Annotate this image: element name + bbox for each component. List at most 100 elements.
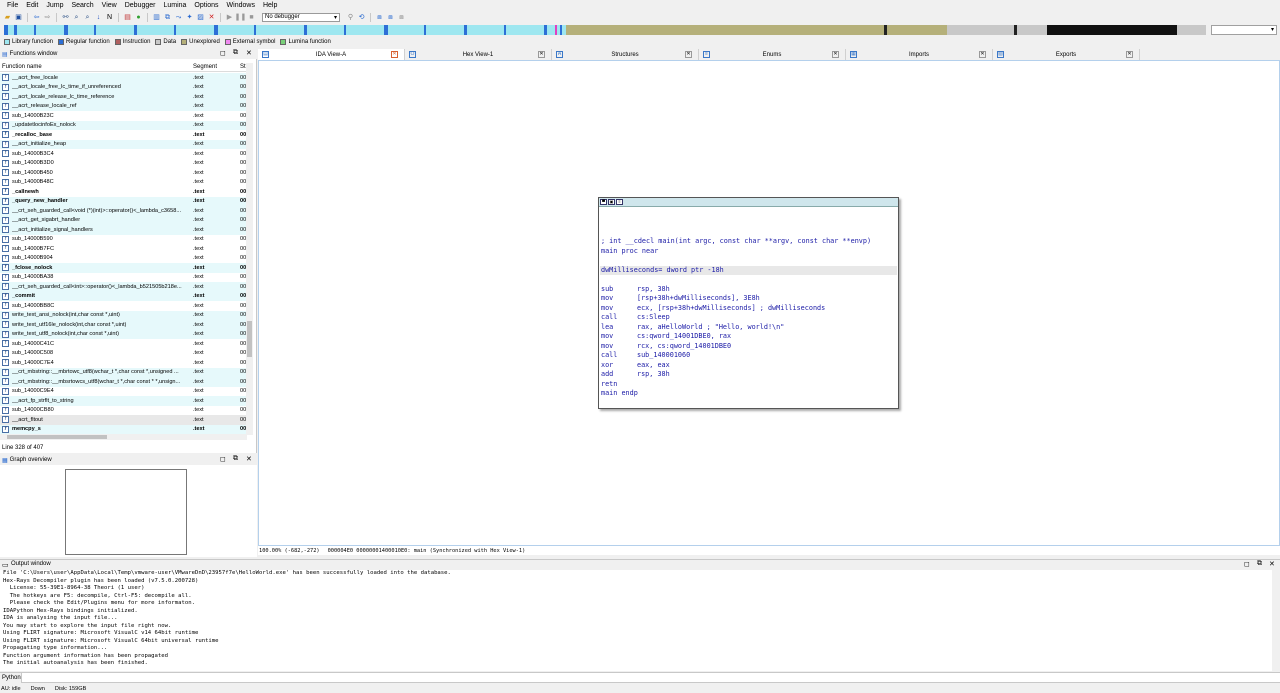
- instruction-line[interactable]: call cs:Sleep: [600, 313, 897, 323]
- endp-line[interactable]: main endp: [600, 389, 897, 399]
- graph-icon[interactable]: ▤: [123, 13, 132, 22]
- function-row[interactable]: f memcpy_s .text 00: [0, 424, 247, 434]
- functions-horizontal-scrollbar[interactable]: [0, 434, 247, 440]
- function-row[interactable]: f sub_14000CB80 .text 00: [0, 406, 247, 416]
- xref-icon[interactable]: ⤳: [174, 13, 183, 22]
- search-binary-icon[interactable]: ⌕: [83, 13, 92, 22]
- output-log[interactable]: File 'C:\Users\user\AppData\Local\Temp\v…: [0, 570, 1272, 671]
- menu-options[interactable]: Options: [190, 2, 222, 9]
- menu-lumina[interactable]: Lumina: [159, 2, 190, 9]
- function-row[interactable]: f __acrt_fltout .text 00: [0, 415, 247, 425]
- attach-icon[interactable]: ⚲: [346, 13, 355, 22]
- function-row[interactable]: f __crt_seh_guarded_call<int>::operator()…: [0, 282, 247, 292]
- close-icon[interactable]: ✕: [246, 49, 252, 57]
- tab-imports[interactable]: ▦ Imports ✕: [846, 49, 993, 60]
- proc-line[interactable]: main proc near: [600, 247, 897, 257]
- restore-icon[interactable]: ◻: [1244, 560, 1250, 568]
- play-icon[interactable]: ▶: [225, 13, 234, 22]
- float-icon[interactable]: ⧉: [233, 455, 238, 463]
- function-row[interactable]: f _updatetlocinfoEx_nolock .text 00: [0, 120, 247, 130]
- function-row[interactable]: f __acrt_locale_release_lc_time_reference…: [0, 92, 247, 102]
- close-icon[interactable]: ✕: [246, 455, 252, 463]
- down-arrow-icon[interactable]: ↓: [94, 13, 103, 22]
- function-row[interactable]: f sub_14000BA38 .text 00: [0, 273, 247, 283]
- image-icon[interactable]: ▨: [196, 13, 205, 22]
- menu-help[interactable]: Help: [259, 2, 281, 9]
- name-icon[interactable]: N: [105, 13, 114, 22]
- function-row[interactable]: f write_text_utf8_nolock(int,char const *…: [0, 329, 247, 339]
- function-row[interactable]: f sub_14000B904 .text 00: [0, 254, 247, 264]
- menu-edit[interactable]: Edit: [22, 2, 42, 9]
- close-icon[interactable]: ✕: [832, 51, 839, 58]
- node-list-icon[interactable]: ≡: [616, 199, 623, 205]
- debugger-select[interactable]: No debugger ▾: [262, 12, 340, 22]
- function-row[interactable]: f _commit .text 00: [0, 291, 247, 301]
- function-row[interactable]: f sub_14000B450 .text 00: [0, 168, 247, 178]
- step-into-icon[interactable]: ⧈: [375, 13, 384, 22]
- green-circle-icon[interactable]: ●: [134, 13, 143, 22]
- menu-jump[interactable]: Jump: [42, 2, 67, 9]
- node-color-icon[interactable]: ▀: [600, 199, 607, 205]
- instruction-line[interactable]: mov [rsp+38h+dwMilliseconds], 3E8h: [600, 294, 897, 304]
- back-icon[interactable]: ⇦: [32, 13, 41, 22]
- navigation-band[interactable]: [4, 25, 1206, 35]
- tab-ida-view-a[interactable]: ▤ IDA View-A ✕: [258, 49, 405, 60]
- close-red-icon[interactable]: ✕: [207, 13, 216, 22]
- function-row[interactable]: f __acrt_fp_strflt_to_string .text 00: [0, 396, 247, 406]
- function-row[interactable]: f sub_14000C7E4 .text 00: [0, 358, 247, 368]
- pause-icon[interactable]: ❚❚: [235, 13, 247, 22]
- function-row[interactable]: f _recalloc_base .text 00: [0, 130, 247, 140]
- stack-variable-line[interactable]: dwMilliseconds= dword ptr -18h: [600, 265, 897, 275]
- function-row[interactable]: f sub_14000B48C .text 00: [0, 178, 247, 188]
- instruction-line[interactable]: mov cs:qword_14001DBE0, rax: [600, 332, 897, 342]
- scrollbar-thumb[interactable]: [247, 321, 252, 357]
- menu-view[interactable]: View: [98, 2, 121, 9]
- close-icon[interactable]: ✕: [1269, 560, 1275, 568]
- restore-icon[interactable]: ◻: [220, 49, 226, 57]
- function-row[interactable]: f sub_14000B590 .text 00: [0, 235, 247, 245]
- instruction-line[interactable]: mov rcx, cs:qword_14001DBE0: [600, 342, 897, 352]
- function-row[interactable]: f __acrt_release_locale_ref .text 00: [0, 101, 247, 111]
- binoculars-icon[interactable]: ⚯: [61, 13, 70, 22]
- run-to-icon[interactable]: ⧈: [397, 13, 406, 22]
- graph-overview-viewport[interactable]: [65, 469, 187, 555]
- column-header-name[interactable]: Function name: [2, 64, 42, 70]
- node-image-icon[interactable]: ▣: [608, 199, 615, 205]
- instruction-line[interactable]: mov ecx, [rsp+38h+dwMilliseconds] ; dwMil…: [600, 304, 897, 314]
- open-icon[interactable]: ▰: [3, 13, 12, 22]
- python-button[interactable]: Python: [0, 673, 22, 683]
- function-row[interactable]: f __acrt_initialize_heap .text 00: [0, 139, 247, 149]
- function-row[interactable]: f __crt_mbstring::__mbsrtowcs_utf8(wchar_…: [0, 377, 247, 387]
- close-icon[interactable]: ✕: [685, 51, 692, 58]
- detach-icon[interactable]: ⟲: [357, 13, 366, 22]
- float-icon[interactable]: ⧉: [233, 49, 238, 57]
- instruction-line[interactable]: call sub_140001060: [600, 351, 897, 361]
- close-icon[interactable]: ✕: [1126, 51, 1133, 58]
- function-row[interactable]: f sub_14000C9E4 .text 00: [0, 387, 247, 397]
- scrollbar-thumb[interactable]: [7, 435, 107, 439]
- tab-enums[interactable]: ≡ Enums ✕: [699, 49, 846, 60]
- function-row[interactable]: f __acrt_free_locale .text 00: [0, 73, 247, 83]
- save-icon[interactable]: ▣: [14, 13, 23, 22]
- function-row[interactable]: f _fclose_nolock .text 00: [0, 263, 247, 273]
- menu-windows[interactable]: Windows: [223, 2, 259, 9]
- function-row[interactable]: f __acrt_initialize_signal_handlers .text 0…: [0, 225, 247, 235]
- function-row[interactable]: f write_text_utf16le_nolock(int,char cons…: [0, 320, 247, 330]
- chart-icon[interactable]: ▥: [152, 13, 161, 22]
- graph-overview[interactable]: [0, 465, 257, 557]
- flow-icon[interactable]: ⧉: [163, 13, 172, 22]
- close-icon[interactable]: ✕: [979, 51, 986, 58]
- search-text-icon[interactable]: ⌕: [72, 13, 81, 22]
- graph-node-main[interactable]: ▀ ▣ ≡ ; int __cdecl main(int argc, const…: [598, 197, 899, 409]
- function-row[interactable]: f write_text_ansi_nolock(int,char const *…: [0, 310, 247, 320]
- instruction-line[interactable]: sub rsp, 38h: [600, 285, 897, 295]
- function-row[interactable]: f sub_14000B3D0 .text 00: [0, 159, 247, 169]
- pin-icon[interactable]: ✦: [185, 13, 194, 22]
- close-icon[interactable]: ✕: [391, 51, 398, 58]
- menu-debugger[interactable]: Debugger: [121, 2, 160, 9]
- output-vertical-scrollbar[interactable]: [1272, 570, 1280, 671]
- forward-icon[interactable]: ⇨: [43, 13, 52, 22]
- instruction-line[interactable]: add rsp, 38h: [600, 370, 897, 380]
- function-row[interactable]: f _callnewh .text 00: [0, 187, 247, 197]
- menu-search[interactable]: Search: [67, 2, 97, 9]
